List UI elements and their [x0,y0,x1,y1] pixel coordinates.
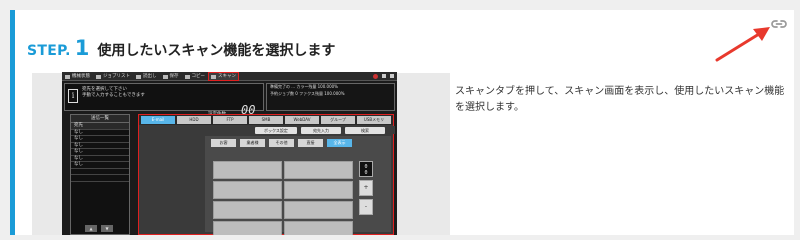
tab-save[interactable]: 保存 [160,72,182,81]
tab-hdd[interactable]: HDD [177,116,211,124]
address-cell[interactable] [213,181,282,199]
copy-icon [184,74,190,79]
tab-label: 保存 [169,74,179,79]
subtab-direct[interactable]: 直接 [298,139,323,147]
copier-screen: 機械状態 ジョブリスト 読出し 保存 コピー スキャン i 宛先を選択して下さい… [62,72,397,235]
tab-email[interactable]: E-mail [141,116,175,124]
tab-copy[interactable]: コピー [182,72,209,81]
machine-icon [65,74,70,79]
page-display: 0 0 [359,161,373,177]
scan-function-panel: E-mail HDD FTP SMB WebDAV グループ USBメモリ ボッ… [138,114,395,235]
action-row: ボックス設定 宛先入力 検索 [139,126,395,134]
list-item[interactable] [71,175,129,182]
page-up-button[interactable]: + [359,180,373,196]
tab-label: ジョブリスト [103,74,130,79]
tab-smb[interactable]: SMB [249,116,283,124]
volume-icon [382,74,386,78]
message-line: 手動で入力することもできます [82,93,145,98]
tab-job-list[interactable]: ジョブリスト [93,72,133,81]
tab-group[interactable]: グループ [321,116,355,124]
message-box: i 宛先を選択して下さい 手動で入力することもできます 設定件数 00 [64,83,264,117]
subtab-customer[interactable]: お客 [211,139,236,147]
scan-icon [211,74,216,79]
tab-scan[interactable]: スキャン [208,72,239,81]
grid-row [213,181,353,199]
tab-label: 機械状態 [72,74,90,79]
send-list-panel: 送信一覧 宛先 なし なし なし なし なし なし ▲ ▼ [70,114,130,235]
step-number: 1 [74,36,90,60]
address-subtabs: お客 業者様 その他 直接 全表示 [211,139,352,147]
step-heading: STEP. 1 使用したいスキャン機能を選択します [27,36,335,60]
recall-icon [136,74,141,79]
page-down-button[interactable]: - [359,199,373,215]
scroll-up-button[interactable]: ▲ [85,225,97,232]
address-input-button[interactable]: 宛先入力 [301,127,341,134]
scroll-down-button[interactable]: ▼ [101,225,113,232]
tab-usb[interactable]: USBメモリ [357,116,391,124]
info-icon: i [68,89,78,103]
job-icon [96,74,101,79]
step-description: スキャンタブを押して、スキャン画面を表示し、使用したいスキャン機能を選択します。 [455,86,785,113]
address-cell[interactable] [213,201,282,219]
tab-label: 読出し [143,74,157,79]
subtab-all[interactable]: 全表示 [327,139,352,147]
status-line: 予約ジョブ数 0 ファクス残量 100.000% [270,90,345,96]
address-cell[interactable] [213,221,282,235]
address-cell[interactable] [284,201,353,219]
address-area: お客 業者様 その他 直接 全表示 0 0 + - [205,136,391,235]
screen-top-tabs: 機械状態 ジョブリスト 読出し 保存 コピー スキャン [62,72,397,81]
search-button[interactable]: 検索 [345,127,385,134]
message-text: 宛先を選択して下さい 手動で入力することもできます [82,87,145,99]
tab-machine-status[interactable]: 機械状態 [62,72,93,81]
save-icon [162,74,168,79]
page-total: 0 [364,170,368,176]
grid-row [213,221,353,235]
scan-function-tabs: E-mail HDD FTP SMB WebDAV グループ USBメモリ [139,115,393,125]
address-cell[interactable] [213,161,282,179]
status-icons [373,72,397,80]
tab-label: コピー [191,74,206,79]
step-label: STEP. [27,43,71,59]
address-cell[interactable] [284,161,353,179]
step-title: 使用したいスキャン機能を選択します [97,43,336,59]
tab-recall[interactable]: 読出し [133,72,160,81]
status-info-box: 準備完了の ... カラー残量 100.000% 予約ジョブ数 0 ファクス残量… [266,83,395,111]
tab-ftp[interactable]: FTP [213,116,247,124]
address-grid [213,161,353,235]
grid-row [213,201,353,219]
red-arrow-icon [715,27,770,62]
page-side-controls: 0 0 + - [359,161,373,218]
send-list-title: 送信一覧 [71,115,129,123]
alert-icon [373,73,378,79]
address-cell[interactable] [284,181,353,199]
tab-webdav[interactable]: WebDAV [285,116,319,124]
tab-label: スキャン [218,74,236,79]
subtab-other[interactable]: その他 [269,139,294,147]
help-icon [390,74,394,78]
subtab-vendor[interactable]: 業者様 [240,139,265,147]
box-settings-button[interactable]: ボックス設定 [255,127,297,134]
grid-row [213,161,353,179]
list-nav: ▲ ▼ [85,225,113,232]
address-cell[interactable] [284,221,353,235]
